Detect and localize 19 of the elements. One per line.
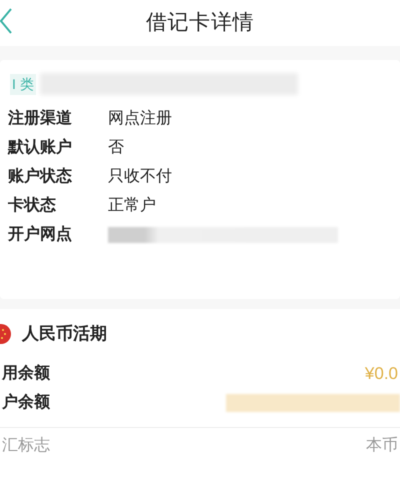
page-title: 借记卡详情: [146, 10, 254, 36]
field-value: 只收不付: [108, 166, 172, 186]
field-value: 否: [108, 138, 124, 158]
card-type-label: I 类: [10, 74, 36, 94]
field-label: 注册渠道: [8, 108, 73, 128]
back-icon[interactable]: [0, 8, 12, 34]
balance-amount: ¥0.0: [364, 362, 399, 385]
field-value: 正常户: [108, 196, 156, 216]
field-label: 开户网点: [8, 224, 73, 244]
field-label: 默认账户: [8, 137, 73, 158]
field-value: 网点注册: [108, 108, 172, 128]
flag-icon: [0, 323, 12, 345]
field-label: 账户状态: [8, 166, 73, 186]
field-label: 汇标志: [2, 436, 50, 456]
field-label: 户余额: [2, 392, 50, 412]
field-label: 用余额: [2, 363, 50, 384]
field-label: 卡状态: [8, 195, 57, 216]
section-title: 人民币活期: [22, 323, 107, 346]
field-value: 本币: [366, 436, 399, 456]
